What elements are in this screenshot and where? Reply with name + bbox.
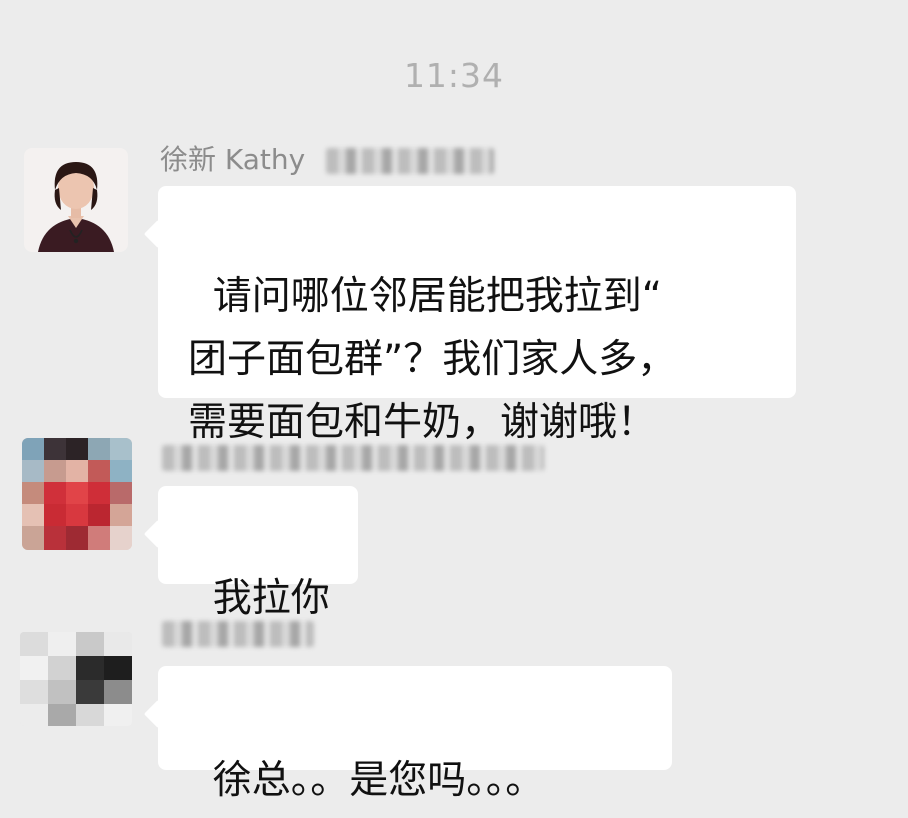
message-text: 徐总。。是您吗。。。	[212, 758, 545, 803]
avatar-neighbor-1[interactable]	[22, 438, 132, 550]
sender-name-kathy: 徐新 Kathy	[160, 138, 495, 178]
pixelated-avatar-image	[20, 632, 132, 726]
sender-name-neighbor-1	[162, 440, 544, 473]
sender-name-text: 徐新 Kathy	[160, 143, 306, 176]
message-timestamp: 11:34	[403, 56, 505, 95]
avatar-kathy[interactable]	[24, 148, 128, 252]
message-bubble-neighbor-2[interactable]: 徐总。。是您吗。。。	[158, 666, 672, 803]
message-text: 我拉你	[212, 576, 330, 621]
redacted-sender-name	[162, 445, 544, 471]
pixelated-avatar-image	[22, 438, 132, 550]
redacted-sender-name	[162, 621, 314, 647]
message-bubble-kathy[interactable]: 请问哪位邻居能把我拉到“ 团子面包群”？我们家人多， 需要面包和牛奶，谢谢哦！	[158, 186, 796, 445]
message-text: 请问哪位邻居能把我拉到“ 团子面包群”？我们家人多， 需要面包和牛奶，谢谢哦！	[188, 274, 677, 445]
message-bubble-neighbor-1[interactable]: 我拉你	[158, 486, 358, 621]
sender-name-neighbor-2	[162, 616, 314, 649]
redacted-name-suffix	[326, 148, 495, 174]
avatar-neighbor-2[interactable]	[20, 632, 132, 726]
portrait-avatar-image	[24, 148, 128, 252]
